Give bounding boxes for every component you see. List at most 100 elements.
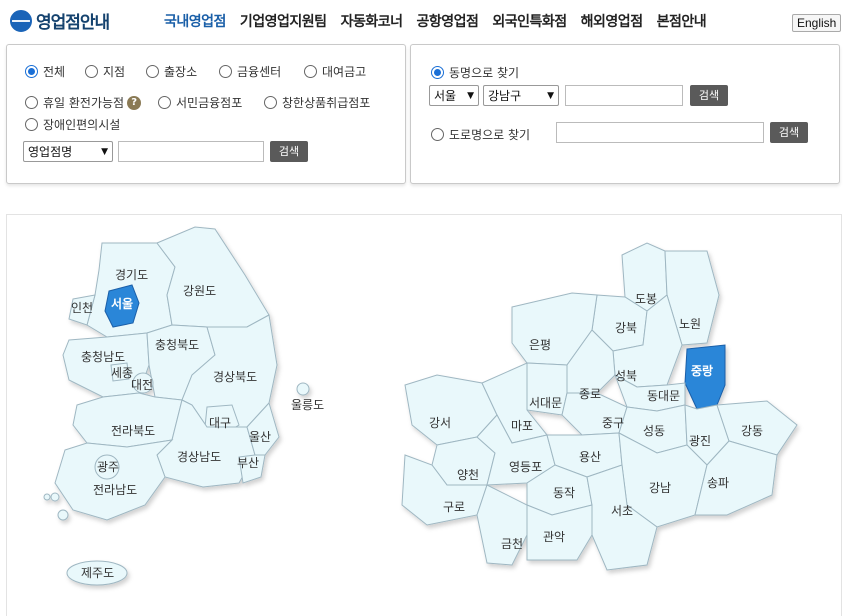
radio-dot	[431, 66, 444, 79]
label-dongdaemun: 동대문	[647, 389, 680, 403]
label-busan: 부산	[237, 456, 259, 470]
label-incheon: 인천	[71, 300, 93, 315]
label-jeonbuk: 전라북도	[111, 424, 155, 438]
district-geumcheon[interactable]	[476, 484, 528, 566]
radio-dot	[85, 65, 98, 78]
logo-icon	[10, 9, 32, 32]
english-button[interactable]: English	[792, 14, 842, 32]
radio-label: 대여금고	[322, 65, 367, 79]
label-junggu: 중구	[602, 416, 624, 430]
chevron-down-icon: ▼	[467, 90, 474, 101]
nav-head-office[interactable]: 본점안내	[657, 11, 707, 31]
label-ulleungdo: 울릉도	[291, 398, 324, 412]
branch-search-button[interactable]: 검색	[270, 141, 308, 162]
radio-all[interactable]: 전체	[25, 63, 65, 80]
help-icon[interactable]: ?	[127, 95, 142, 110]
label-chungnam: 충청남도	[81, 350, 125, 364]
label-gangdong: 강동	[741, 424, 763, 438]
logo[interactable]: 영업점안내	[10, 8, 110, 33]
dong-search-button[interactable]: 검색	[690, 85, 728, 106]
radio-microfinance[interactable]: 서민금융점포	[158, 94, 242, 111]
radio-label: 창한상품취급점포	[282, 96, 371, 110]
label-dobong: 도봉	[635, 292, 657, 306]
label-jeonnam: 전라남도	[93, 483, 137, 497]
nav-atm-corner[interactable]: 자동화코너	[341, 11, 403, 31]
radio-financial-center[interactable]: 금융센터	[219, 63, 281, 80]
radio-safe-deposit[interactable]: 대여금고	[304, 63, 366, 80]
label-jungnang: 중랑	[691, 364, 713, 378]
label-chungbuk: 충청북도	[155, 338, 199, 352]
road-search-button[interactable]: 검색	[770, 122, 808, 143]
branch-search-panel: 전체 지점 출장소 금융센터 대여금고 휴일 환전가능점? 서민금융점포 창한상…	[6, 44, 406, 184]
region-jeonbuk[interactable]	[72, 392, 183, 448]
label-gangseo: 강서	[429, 416, 451, 430]
radio-dot	[158, 96, 171, 109]
label-jeju: 제주도	[81, 566, 114, 580]
region-jeonnam[interactable]	[54, 439, 174, 521]
radio-search-by-road[interactable]: 도로명으로 찾기	[431, 126, 530, 143]
radio-accessibility[interactable]: 장애인편의시설	[25, 116, 120, 133]
nav-overseas-branches[interactable]: 해외영업점	[581, 11, 643, 31]
label-gyeongbuk: 경상북도	[213, 370, 257, 384]
label-gyeonggi: 경기도	[115, 268, 148, 282]
radio-dot	[264, 96, 277, 109]
radio-special-products[interactable]: 창한상품취급점포	[264, 94, 370, 111]
korea-map	[43, 226, 310, 586]
radio-label: 전체	[43, 65, 66, 79]
island-shape	[43, 493, 51, 501]
road-search-input[interactable]	[556, 122, 764, 143]
region-ulleungdo[interactable]	[296, 382, 310, 396]
radio-label: 지점	[103, 65, 126, 79]
label-seongdong: 성동	[643, 424, 665, 438]
label-gangbuk: 강북	[615, 321, 637, 335]
label-dongjak: 동작	[553, 486, 575, 500]
label-ulsan: 울산	[249, 430, 271, 444]
select-value: 영업점명	[28, 145, 73, 159]
radio-sub-branch[interactable]: 출장소	[146, 63, 197, 80]
label-yangcheon: 양천	[457, 467, 479, 482]
branch-search-input[interactable]	[118, 141, 264, 162]
label-sejong: 세종	[111, 366, 133, 380]
nav-domestic-branches[interactable]: 국내영업점	[164, 11, 226, 31]
label-seoul: 서울	[111, 296, 133, 311]
nav-corporate-support[interactable]: 기업영업지원팀	[240, 11, 327, 31]
label-seodaemun: 서대문	[529, 396, 562, 410]
radio-search-by-dong[interactable]: 동명으로 찾기	[431, 64, 519, 81]
main-nav: 국내영업점 기업영업지원팀 자동화코너 공항영업점 외국인특화점 해외영업점 본…	[164, 11, 720, 31]
label-seocho: 서초	[611, 504, 633, 518]
radio-label: 출장소	[164, 65, 198, 79]
chevron-down-icon: ▼	[101, 146, 108, 157]
radio-label: 서민금융점포	[176, 96, 243, 110]
nav-foreigner-branches[interactable]: 외국인특화점	[492, 11, 567, 31]
label-daegu: 대구	[209, 416, 231, 430]
radio-dot	[431, 128, 444, 141]
region-gangwon[interactable]	[156, 226, 270, 328]
label-eunpyeong: 은평	[529, 338, 551, 352]
radio-label: 도로명으로 찾기	[449, 128, 531, 142]
label-gyeongnam: 경상남도	[177, 450, 221, 464]
island-shape	[57, 509, 69, 521]
district-select[interactable]: 강남구 ▼	[483, 85, 559, 106]
map-container: 경기도 서울 인천 강원도 충청북도 충청남도 세종 대전 경상북도 울릉도 대…	[6, 214, 842, 616]
radio-branch[interactable]: 지점	[85, 63, 125, 80]
radio-dot	[304, 65, 317, 78]
label-gangnam: 강남	[649, 481, 671, 495]
label-gwanak: 관악	[543, 530, 565, 544]
seoul-map	[401, 242, 798, 571]
dong-search-input[interactable]	[565, 85, 683, 106]
branch-name-select[interactable]: 영업점명 ▼	[23, 141, 113, 162]
city-select[interactable]: 서울 ▼	[429, 85, 479, 106]
label-mapo: 마포	[511, 419, 533, 433]
label-jongno: 종로	[579, 387, 601, 401]
nav-airport-branches[interactable]: 공항영업점	[416, 11, 478, 31]
radio-label: 휴일 환전가능점	[43, 96, 125, 110]
radio-dot	[25, 118, 38, 131]
radio-dot	[146, 65, 159, 78]
chevron-down-icon: ▼	[547, 90, 554, 101]
logo-text: 영업점안내	[36, 13, 110, 33]
radio-label: 동명으로 찾기	[449, 66, 520, 80]
label-gwangjin: 광진	[689, 434, 711, 448]
label-yeongdeungpo: 영등포	[509, 460, 542, 474]
label-daejeon: 대전	[131, 378, 153, 392]
radio-holiday-exchange[interactable]: 휴일 환전가능점?	[25, 94, 142, 111]
